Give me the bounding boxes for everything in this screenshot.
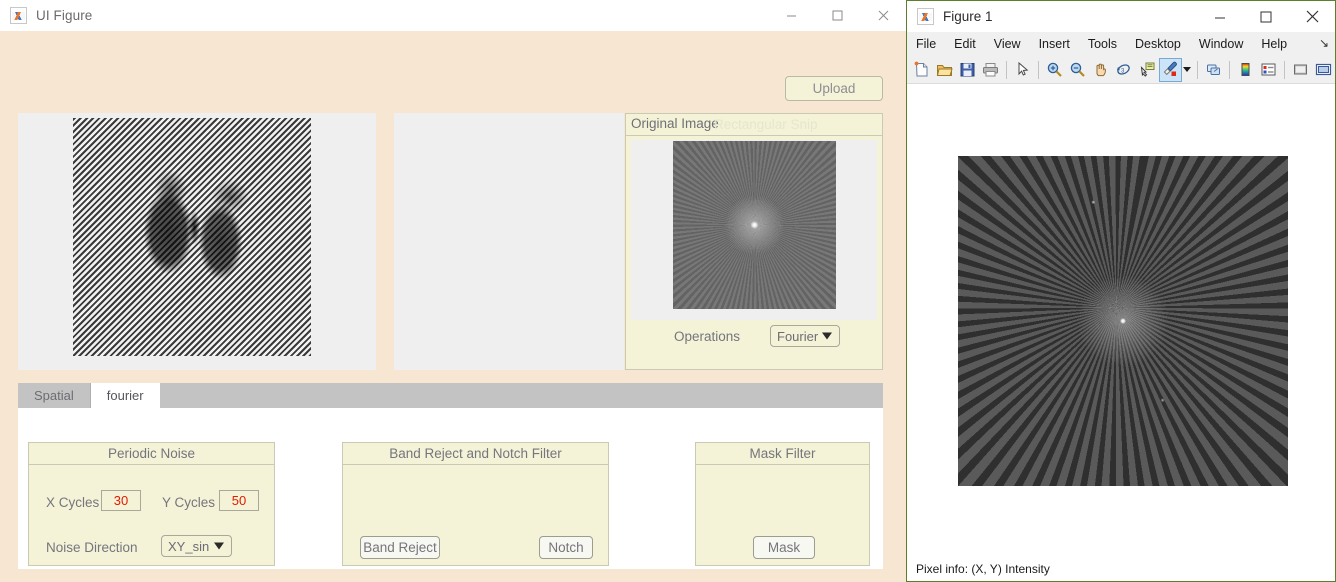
figure-menubar: File Edit View Insert Tools Desktop Wind… [907, 32, 1335, 56]
pointer-select-icon[interactable] [1011, 58, 1034, 82]
minimize-icon[interactable] [1197, 1, 1243, 32]
x-cycles-label: X Cycles [46, 495, 100, 510]
menu-file[interactable]: File [907, 32, 945, 56]
mask-filter-panel-title: Mask Filter [749, 446, 816, 461]
zoom-out-icon[interactable] [1066, 58, 1089, 82]
original-image-panel-title: Original Image [631, 116, 719, 131]
y-cycles-input[interactable]: 50 [219, 490, 259, 511]
data-cursor-icon[interactable] [1136, 58, 1159, 82]
operations-dropdown-value: Fourier [777, 328, 819, 344]
x-cycles-input[interactable]: 30 [101, 490, 141, 511]
band-reject-panel: Band Reject and Notch Filter Band Reject… [342, 442, 609, 566]
link-plot-icon[interactable] [1202, 58, 1225, 82]
noisy-image-axes[interactable] [18, 113, 376, 370]
show-plot-tools-icon[interactable] [1312, 58, 1335, 82]
figure-window-controls [1197, 1, 1335, 32]
toolbar-separator [1283, 60, 1285, 79]
ui-figure-titlebar: UI Figure [0, 0, 906, 31]
minimize-icon[interactable] [768, 0, 814, 31]
noise-direction-label: Noise Direction [46, 540, 138, 555]
tab-fourier[interactable]: fourier [90, 383, 160, 408]
tab-spatial[interactable]: Spatial [18, 383, 91, 408]
figure-window: Figure 1 File Edit View Insert Tools Des… [906, 0, 1336, 582]
pixel-info-label: Pixel info: (X, Y) Intensity [916, 562, 1050, 576]
figure-statusbar: Pixel info: (X, Y) Intensity [907, 557, 1335, 581]
toolbar-separator [1006, 60, 1008, 79]
colorbar-icon[interactable] [1234, 58, 1257, 82]
matlab-icon [10, 7, 27, 24]
maximize-icon[interactable] [1243, 1, 1289, 32]
figure-title: Figure 1 [943, 9, 993, 24]
upload-button[interactable]: Upload [785, 76, 883, 101]
figure-canvas[interactable] [907, 84, 1335, 557]
pan-icon[interactable] [1089, 58, 1112, 82]
band-reject-button[interactable]: Band Reject [360, 536, 440, 559]
y-cycles-label: Y Cycles [162, 495, 216, 510]
screen-root: UI Figure Upload Original Image Rectangu… [0, 0, 1336, 582]
ui-figure-window-controls [768, 0, 906, 31]
tabstrip: Spatial fourier [18, 383, 883, 408]
toolbar-separator [1038, 60, 1040, 79]
zoom-in-icon[interactable] [1043, 58, 1066, 82]
menu-help[interactable]: Help [1252, 32, 1296, 56]
figure-titlebar: Figure 1 [907, 1, 1335, 32]
ui-figure-window: UI Figure Upload Original Image Rectangu… [0, 0, 906, 582]
chevron-down-icon [822, 332, 832, 340]
periodic-noise-panel: Periodic Noise X Cycles 30 Y Cycles 50 N… [28, 442, 275, 566]
matlab-icon [917, 8, 934, 25]
menu-desktop[interactable]: Desktop [1126, 32, 1190, 56]
close-icon[interactable] [860, 0, 906, 31]
notch-button[interactable]: Notch [539, 536, 593, 559]
operations-dropdown[interactable]: Fourier [770, 325, 840, 347]
fourier-tab-panel: Periodic Noise X Cycles 30 Y Cycles 50 N… [18, 408, 883, 569]
mask-button[interactable]: Mask [753, 536, 815, 559]
noise-direction-dropdown[interactable]: XY_sin [161, 535, 232, 557]
menu-edit[interactable]: Edit [945, 32, 985, 56]
legend-icon[interactable] [1257, 58, 1280, 82]
periodic-noise-panel-header: Periodic Noise [29, 443, 274, 465]
brush-data-icon[interactable] [1158, 57, 1182, 82]
chevron-down-icon [214, 542, 224, 550]
rotate-3d-icon[interactable]: 3 [1112, 58, 1135, 82]
menu-insert[interactable]: Insert [1030, 32, 1079, 56]
open-file-icon[interactable] [933, 58, 956, 82]
mask-filter-panel: Mask Filter Mask [695, 442, 870, 566]
result-image-axes[interactable] [394, 113, 624, 370]
overflow-arrow-icon[interactable]: ↘ [1319, 36, 1329, 50]
fourier-spectrum-axes[interactable] [631, 140, 877, 320]
save-figure-icon[interactable] [956, 58, 979, 82]
toolbar-separator [1196, 60, 1198, 79]
figure-toolbar: 3 [907, 56, 1335, 84]
periodic-noise-panel-title: Periodic Noise [107, 446, 196, 461]
ui-figure-body: Upload Original Image Rectangular Snip O… [0, 31, 906, 582]
filter-tabgroup: Spatial fourier Periodic Noise X Cycles … [18, 383, 883, 569]
periodic-noise-butterfly-image [73, 118, 311, 356]
noise-direction-value: XY_sin [168, 538, 210, 554]
print-figure-icon[interactable] [979, 58, 1002, 82]
fourier-magnitude-image [958, 156, 1288, 486]
fourier-spectrum-image [673, 141, 836, 309]
operations-label: Operations [674, 329, 741, 344]
ui-figure-title: UI Figure [36, 8, 93, 23]
close-icon[interactable] [1289, 1, 1335, 32]
new-figure-icon[interactable] [910, 58, 933, 82]
maximize-icon[interactable] [814, 0, 860, 31]
band-reject-panel-header: Band Reject and Notch Filter [343, 443, 608, 465]
menu-view[interactable]: View [985, 32, 1030, 56]
original-image-panel: Original Image Rectangular Snip Operatio… [625, 113, 883, 370]
toolbar-separator [1228, 60, 1230, 79]
hide-plot-tools-icon[interactable] [1289, 58, 1312, 82]
band-reject-panel-title: Band Reject and Notch Filter [389, 446, 562, 461]
menu-window[interactable]: Window [1190, 32, 1252, 56]
mask-filter-panel-header: Mask Filter [696, 443, 869, 465]
menu-tools[interactable]: Tools [1079, 32, 1126, 56]
chevron-down-icon[interactable] [1182, 67, 1191, 72]
